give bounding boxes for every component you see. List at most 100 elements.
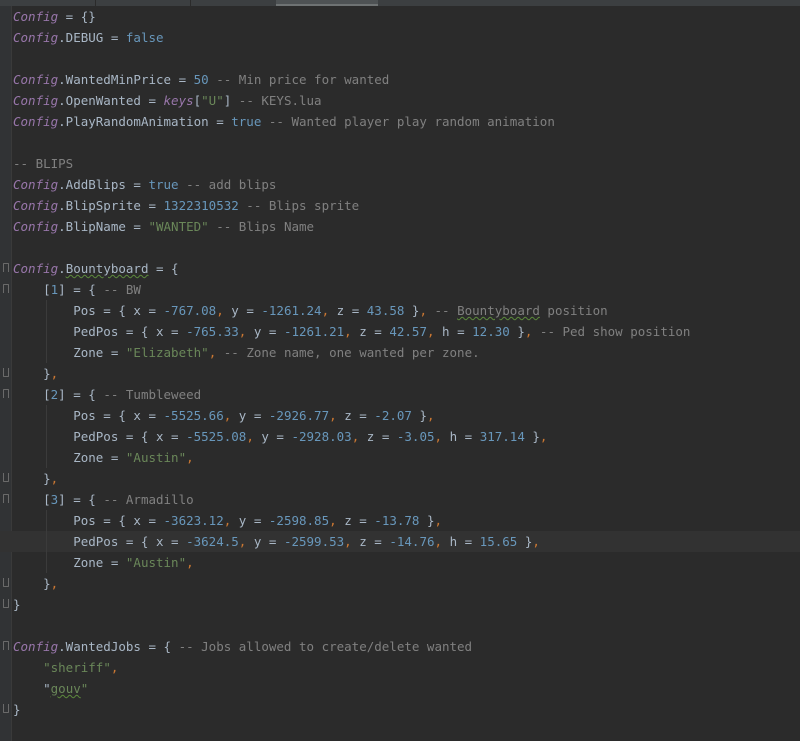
code-line[interactable]: }, <box>0 573 800 594</box>
fold-toggle-icon[interactable] <box>3 599 9 608</box>
code-token: .OpenWanted = <box>58 93 164 108</box>
code-line[interactable]: Pos = { x = -767.08, y = -1261.24, z = 4… <box>0 300 800 321</box>
code-line[interactable]: -- BLIPS <box>0 153 800 174</box>
fold-toggle-icon[interactable] <box>3 641 9 650</box>
code-token: .AddBlips = <box>58 177 149 192</box>
code-line[interactable]: }, <box>0 468 800 489</box>
code-line[interactable]: } <box>0 594 800 615</box>
code-line[interactable]: Pos = { x = -5525.66, y = -2926.77, z = … <box>0 405 800 426</box>
code-line[interactable]: Zone = "Austin", <box>0 447 800 468</box>
fold-toggle-icon[interactable] <box>3 284 9 293</box>
code-token: Pos = { x = <box>13 303 164 318</box>
code-line[interactable]: Zone = "Elizabeth", -- Zone name, one wa… <box>0 342 800 363</box>
code-line[interactable]: PedPos = { x = -3624.5, y = -2599.53, z … <box>0 531 800 552</box>
code-line[interactable]: [3] = { -- Armadillo <box>0 489 800 510</box>
code-token: -- Armadillo <box>103 492 194 507</box>
code-token: Config <box>13 93 59 108</box>
code-line[interactable]: [2] = { -- Tumbleweed <box>0 384 800 405</box>
code-token: " <box>13 681 51 696</box>
code-token: -1261.24 <box>261 303 322 318</box>
code-token: -2928.03 <box>291 429 352 444</box>
code-line[interactable]: Pos = { x = -3623.12, y = -2598.85, z = … <box>0 510 800 531</box>
fold-toggle-icon[interactable] <box>3 389 9 398</box>
code-line[interactable]: Config.BlipSprite = 1322310532 -- Blips … <box>0 195 800 216</box>
code-token: h = <box>449 429 480 444</box>
fold-toggle-icon[interactable] <box>3 473 9 482</box>
code-token: z = <box>366 429 397 444</box>
code-token: Zone = <box>13 345 126 360</box>
code-line[interactable]: Config.WantedMinPrice = 50 -- Min price … <box>0 69 800 90</box>
code-token: Pos = { x = <box>13 513 164 528</box>
code-token: Config <box>13 639 59 654</box>
fold-toggle-icon[interactable] <box>3 494 9 503</box>
code-token: -765.33 <box>186 324 239 339</box>
code-line[interactable] <box>0 615 800 636</box>
code-token: , <box>351 429 367 444</box>
code-token: Config <box>13 261 59 276</box>
code-line[interactable]: Config.PlayRandomAnimation = true -- Wan… <box>0 111 800 132</box>
code-token: PedPos = { x = <box>13 429 187 444</box>
code-token: y = <box>261 429 292 444</box>
code-token: -3623.12 <box>163 513 224 528</box>
code-token: , <box>434 513 443 528</box>
code-line[interactable]: Config.DEBUG = false <box>0 27 800 48</box>
code-line[interactable]: PedPos = { x = -5525.08, y = -2928.03, z… <box>0 426 800 447</box>
fold-toggle-icon[interactable] <box>3 578 9 587</box>
indent-guide <box>45 426 47 447</box>
code-token: , <box>238 534 254 549</box>
code-token: , <box>50 471 59 486</box>
code-token: "Elizabeth" <box>125 345 209 360</box>
code-line[interactable]: [1] = { -- BW <box>0 279 800 300</box>
code-line[interactable]: Config.WantedJobs = { -- Jobs allowed to… <box>0 636 800 657</box>
code-line[interactable]: Config.AddBlips = true -- add blips <box>0 174 800 195</box>
code-token: z = <box>344 513 375 528</box>
code-token: "sheriff" <box>43 660 111 675</box>
fold-toggle-icon[interactable] <box>3 368 9 377</box>
code-token: , <box>434 534 450 549</box>
code-token: PedPos = { x = <box>13 534 187 549</box>
code-line[interactable]: } <box>0 699 800 720</box>
code-line[interactable] <box>0 132 800 153</box>
code-token: . <box>58 261 66 276</box>
code-token: } <box>13 471 51 486</box>
code-token: } <box>404 303 420 318</box>
code-token: -- add blips <box>178 177 277 192</box>
code-line[interactable] <box>0 237 800 258</box>
code-line[interactable]: Config.BlipName = "WANTED" -- Blips Name <box>0 216 800 237</box>
code-line[interactable]: Zone = "Austin", <box>0 552 800 573</box>
code-line[interactable]: Config.Bountyboard = { <box>0 258 800 279</box>
indent-guide <box>45 405 47 426</box>
code-token: " <box>80 681 89 696</box>
code-token: , <box>329 513 345 528</box>
code-token: Bountyboard <box>65 261 149 276</box>
code-token: , <box>223 408 239 423</box>
code-line[interactable] <box>0 48 800 69</box>
code-token: z = <box>359 324 390 339</box>
code-line[interactable]: "sheriff", <box>0 657 800 678</box>
code-token: -- KEYS.lua <box>231 93 322 108</box>
code-line[interactable]: }, <box>0 363 800 384</box>
fold-toggle-icon[interactable] <box>3 263 9 272</box>
code-token: -2599.53 <box>283 534 345 549</box>
code-token: -13.78 <box>374 513 420 528</box>
code-token: .DEBUG = <box>58 30 126 45</box>
code-line[interactable]: PedPos = { x = -765.33, y = -1261.21, z … <box>0 321 800 342</box>
code-token: -- <box>427 303 458 318</box>
fold-toggle-icon[interactable] <box>3 704 9 713</box>
code-line[interactable]: "gouv" <box>0 678 800 699</box>
code-editor[interactable]: Config = {} Config.DEBUG = false Config.Wa… <box>0 6 800 720</box>
code-token: -- Jobs allowed to create/delete wanted <box>178 639 473 654</box>
code-line[interactable]: Config = {} <box>0 6 800 27</box>
indent-guide <box>45 321 47 342</box>
code-token: Zone = <box>13 555 126 570</box>
code-token: -- Zone name, one wanted per zone. <box>216 345 480 360</box>
code-token: z = <box>359 534 390 549</box>
code-token: ] = { <box>58 492 104 507</box>
code-line[interactable]: Config.OpenWanted = keys["U"] -- KEYS.lu… <box>0 90 800 111</box>
code-token: Zone = <box>13 450 126 465</box>
code-token: -- Blips Name <box>208 219 315 234</box>
code-token: Config <box>13 72 59 87</box>
code-token: , <box>186 555 194 570</box>
code-token: , <box>427 408 435 423</box>
